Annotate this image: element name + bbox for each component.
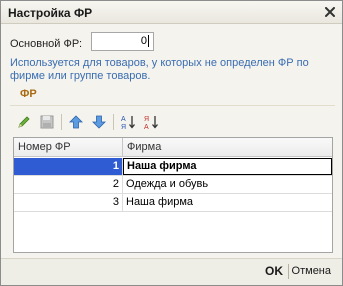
toolbar-separator: [113, 114, 114, 130]
fr-table: Номер ФР Фирма 1 Наша фирма 2 Одежда и о…: [13, 137, 333, 253]
main-fr-input[interactable]: 0: [91, 32, 154, 51]
cancel-button[interactable]: Отмена: [292, 265, 331, 277]
cell-firm: Наша фирма: [123, 158, 332, 175]
svg-text:A: A: [144, 124, 149, 130]
save-disabled-icon[interactable]: [37, 112, 57, 132]
cell-firm: Одежда и обувь: [126, 178, 209, 190]
table-header: Номер ФР Фирма: [14, 138, 332, 157]
arrow-down-icon[interactable]: [89, 112, 109, 132]
pencil-edit-icon[interactable]: [14, 112, 34, 132]
section-title: ФР: [20, 88, 37, 100]
text-caret: [148, 35, 149, 48]
cell-number: 1: [14, 158, 123, 175]
table-toolbar: A Я Я A: [14, 112, 164, 132]
sort-ascending-icon[interactable]: A Я: [118, 112, 138, 132]
arrow-up-icon[interactable]: [66, 112, 86, 132]
ok-button[interactable]: OK: [265, 264, 283, 278]
column-header-number[interactable]: Номер ФР: [14, 138, 123, 157]
section-divider: [10, 105, 335, 106]
main-fr-row: Основной ФР:: [10, 34, 82, 54]
svg-text:Я: Я: [144, 116, 149, 123]
title-bar: Настройка ФР: [1, 1, 342, 24]
table-row[interactable]: 2 Одежда и обувь: [14, 176, 332, 194]
main-fr-value: 0: [140, 35, 147, 47]
table-row[interactable]: 1 Наша фирма: [14, 158, 332, 176]
cell-number: 3: [14, 194, 123, 211]
svg-text:Я: Я: [121, 124, 126, 130]
column-header-firm[interactable]: Фирма: [123, 138, 332, 157]
close-icon[interactable]: [322, 4, 338, 20]
main-fr-label: Основной ФР:: [10, 38, 82, 50]
table-row[interactable]: 3 Наша фирма: [14, 194, 332, 212]
toolbar-separator: [61, 114, 62, 130]
footer-separator: [288, 264, 289, 279]
hint-text: Используется для товаров, у которых не о…: [10, 57, 309, 82]
cell-number: 2: [14, 176, 123, 193]
settings-dialog: Настройка ФР Основной ФР: 0 Используется…: [0, 0, 343, 286]
svg-text:A: A: [121, 116, 126, 123]
dialog-title: Настройка ФР: [8, 6, 93, 20]
sort-descending-icon[interactable]: Я A: [141, 112, 161, 132]
cell-firm: Наша фирма: [126, 196, 194, 208]
footer-divider: [1, 258, 342, 259]
